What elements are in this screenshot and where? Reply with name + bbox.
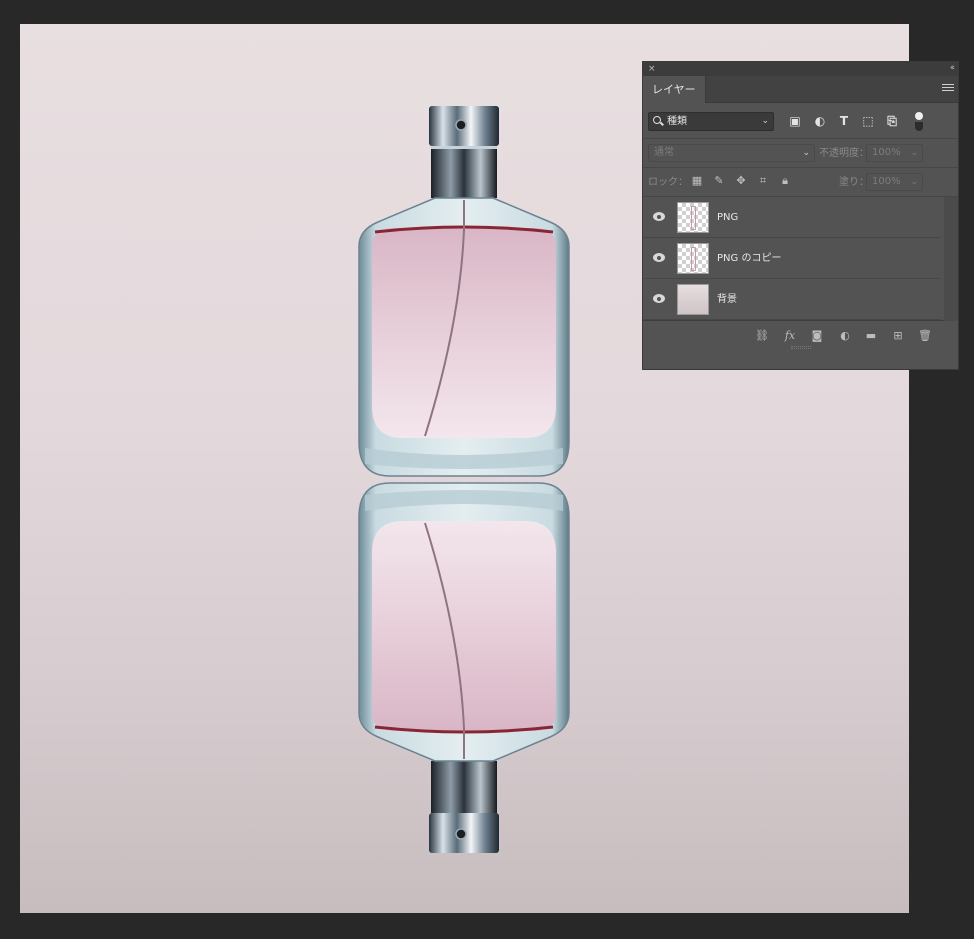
shape-filter-icon[interactable]: ⬚ (861, 114, 875, 128)
panel-tab-bar: レイヤー (643, 76, 958, 103)
layer-row-background[interactable]: 背景 (643, 279, 941, 320)
lock-row: ロック： ▦ ✎ ✥ ⌗ 🔒︎ 塗り： 100% ⌄ (643, 168, 958, 197)
type-filter-icon[interactable]: T (837, 114, 851, 128)
lock-artboard-icon[interactable]: ⌗ (757, 175, 769, 187)
close-icon[interactable]: × (648, 63, 656, 75)
layer-name: 背景 (717, 294, 737, 305)
opacity-value: 100% (872, 147, 901, 158)
search-icon (653, 116, 661, 124)
layer-row-png-copy[interactable]: PNG のコピー (643, 238, 941, 279)
layers-panel: × ‹‹ レイヤー 種類 ⌄ ▣ ◐ T ⬚ ⎘ 通常 ⌄ 不透明度： 100%… (642, 61, 959, 370)
adjustment-icon[interactable]: ◐ (838, 329, 852, 343)
adjustment-filter-icon[interactable]: ◐ (813, 114, 827, 128)
opacity-field[interactable]: 100% ⌄ (866, 144, 923, 162)
lock-all-icon[interactable]: 🔒︎ (779, 175, 791, 187)
layer-list-scrollbar[interactable] (944, 197, 958, 321)
fill-label: 塗り： (839, 177, 869, 188)
collapse-icon[interactable]: ‹‹ (950, 62, 955, 75)
panel-title-bar: × ‹‹ (643, 62, 958, 76)
panel-bottom-toolbar: ⛓︎ fx ◙ ◐ ▬ ⊞ 🗑︎ (643, 321, 958, 351)
layer-thumbnail (677, 243, 709, 274)
eye-icon[interactable] (653, 294, 665, 303)
folder-icon[interactable]: ▬ (864, 329, 878, 343)
lock-label: ロック： (648, 177, 688, 188)
smart-object-filter-icon[interactable]: ⎘ (885, 114, 899, 128)
layer-row-png[interactable]: PNG (643, 197, 941, 238)
panel-menu-icon[interactable] (942, 84, 954, 94)
filter-kind-value: 種類 (667, 116, 687, 127)
layer-list: PNG PNG のコピー 背景 (643, 197, 958, 321)
fill-field[interactable]: 100% ⌄ (866, 173, 923, 191)
layer-thumbnail (677, 284, 709, 315)
filter-row: 種類 ⌄ ▣ ◐ T ⬚ ⎘ (643, 103, 958, 139)
layer-name: PNG (717, 212, 739, 223)
filter-toggle-switch[interactable] (915, 112, 923, 132)
link-icon[interactable]: ⛓︎ (755, 329, 769, 343)
blend-mode-select[interactable]: 通常 ⌄ (648, 144, 815, 162)
chevron-down-icon: ⌄ (910, 148, 918, 158)
opacity-label: 不透明度： (819, 148, 869, 159)
filter-kind-select[interactable]: 種類 ⌄ (648, 112, 774, 131)
fx-icon[interactable]: fx (783, 329, 797, 343)
fill-value: 100% (872, 176, 901, 187)
lock-position-icon[interactable]: ✥ (735, 175, 747, 187)
lock-paint-icon[interactable]: ✎ (713, 175, 725, 187)
blend-row: 通常 ⌄ 不透明度： 100% ⌄ (643, 139, 958, 168)
chevron-down-icon: ⌄ (910, 177, 918, 187)
trash-icon[interactable]: 🗑︎ (918, 329, 932, 343)
blend-mode-value: 通常 (654, 147, 674, 158)
lock-transparent-icon[interactable]: ▦ (691, 175, 703, 187)
layer-name: PNG のコピー (717, 253, 782, 264)
eye-icon[interactable] (653, 253, 665, 262)
new-layer-icon[interactable]: ⊞ (891, 329, 905, 343)
image-filter-icon[interactable]: ▣ (788, 114, 802, 128)
chevron-down-icon: ⌄ (761, 116, 769, 126)
chevron-down-icon: ⌄ (802, 148, 810, 158)
layer-thumbnail (677, 202, 709, 233)
eye-icon[interactable] (653, 212, 665, 221)
tab-layers[interactable]: レイヤー (643, 76, 706, 103)
mask-icon[interactable]: ◙ (810, 329, 824, 343)
resize-grip[interactable] (791, 346, 811, 349)
